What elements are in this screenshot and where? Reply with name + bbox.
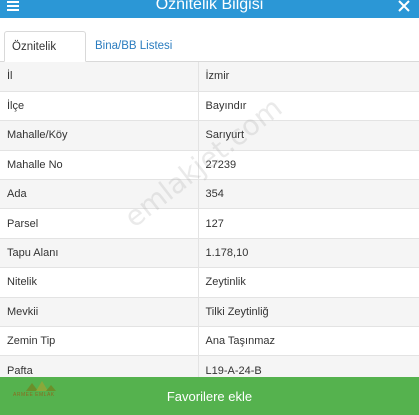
attribute-key: İl [0,62,199,92]
close-icon[interactable] [397,0,411,13]
attribute-key: Nitelik [0,267,199,298]
attribute-key: Ada [0,179,199,209]
attribute-panel: Öznitelik Bilgisi Öznitelik Bilgisi Bina… [0,0,419,415]
table-row: İlçe Bayındır [0,91,419,121]
tab-oznitelik-bilgisi[interactable]: Öznitelik Bilgisi [4,31,86,84]
attribute-key: Mevkii [0,297,199,327]
attribute-value: Ana Taşınmaz [205,335,276,348]
attribute-table: İl İzmir İlçe Bayındır Mahalle/Köy Sarıy… [0,62,419,386]
attribute-value: 354 [205,188,224,201]
table-row: Zemin Tip Ana Taşınmaz [0,326,419,356]
attribute-key: Tapu Alanı [0,238,199,268]
attribute-value: 27239 [205,158,237,171]
attribute-key: Mahalle No [0,150,199,180]
attribute-key: Parsel [0,208,199,239]
attribute-value: 1.178,10 [205,247,249,260]
panel-header: Öznitelik Bilgisi [0,0,419,18]
attribute-value: Sarıyurt [205,129,245,142]
attribute-value: Zeytinlik [205,276,246,289]
tab-bina-bb-listesi[interactable]: Bina/BB Listesi [88,31,179,62]
table-row: Ada 354 [0,179,419,209]
table-row: Nitelik Zeytinlik [0,267,419,298]
attribute-value: Bayındır [205,100,247,113]
table-row: Mevkii Tilki Zeytinliğ [0,297,419,327]
logo-text: ARMEE EMLAK [13,392,55,398]
table-row: İl İzmir [0,62,419,92]
add-favorites-button[interactable]: Favorilere ekle [0,377,419,415]
panel-title: Öznitelik Bilgisi [155,0,264,13]
attribute-value: 127 [205,217,224,230]
table-row: Mahalle No 27239 [0,150,419,180]
table-row: Mahalle/Köy Sarıyurt [0,120,419,151]
attribute-value: Tilki Zeytinliğ [205,305,269,318]
tab-bar: Öznitelik Bilgisi Bina/BB Listesi [0,28,419,84]
attribute-value: İzmir [205,70,230,83]
attribute-key: İlçe [0,91,199,121]
table-row: Tapu Alanı 1.178,10 [0,238,419,268]
attribute-key: Mahalle/Köy [0,120,199,151]
table-row: Parsel 127 [0,208,419,239]
attribute-key: Zemin Tip [0,326,199,356]
